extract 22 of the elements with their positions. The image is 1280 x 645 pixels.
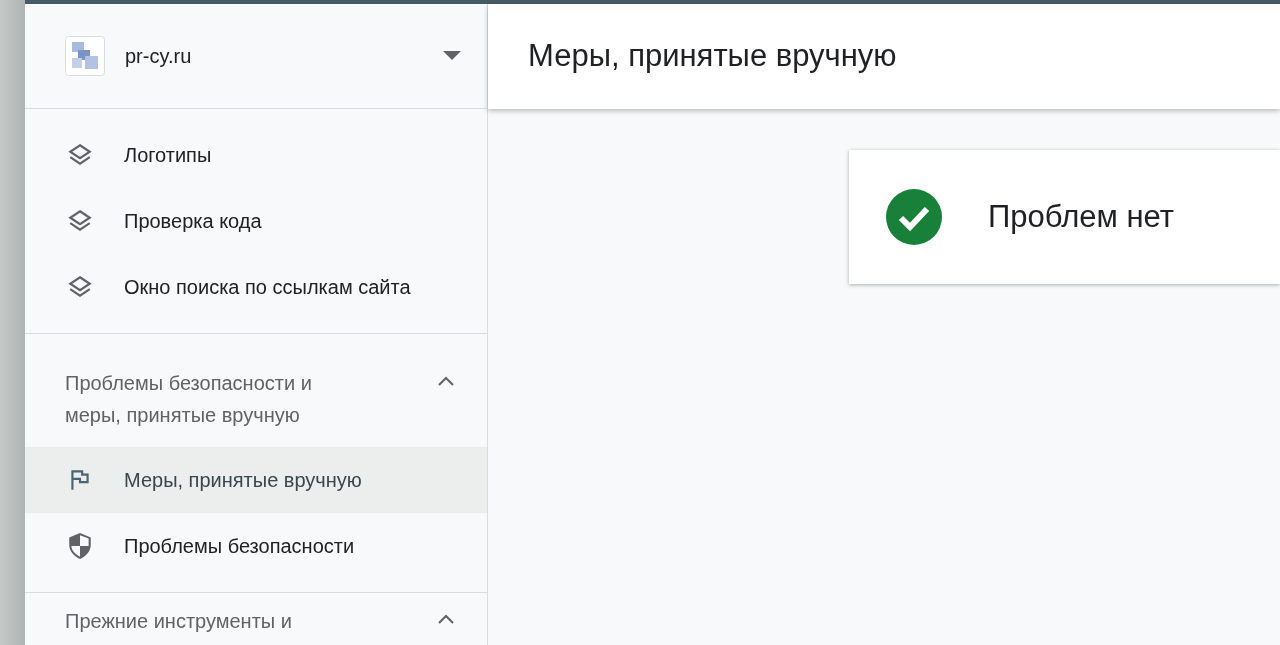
layers-icon bbox=[67, 142, 93, 168]
section-title: Проблемы безопасности и меры, принятые вручную bbox=[65, 371, 313, 428]
chevron-up-icon[interactable] bbox=[437, 613, 455, 625]
section-header[interactable]: Прежние инструменты и bbox=[25, 593, 487, 645]
dropdown-caret-icon[interactable] bbox=[443, 51, 461, 61]
page-title: Меры, принятые вручную bbox=[528, 37, 897, 76]
section-header[interactable]: Проблемы безопасности и меры, принятые вручную bbox=[25, 347, 487, 447]
check-circle-icon bbox=[886, 189, 942, 245]
site-selector[interactable]: pr-cy.ru bbox=[25, 4, 487, 109]
chevron-up-icon[interactable] bbox=[437, 375, 455, 387]
section-title: Прежние инструменты и bbox=[65, 609, 293, 634]
site-favicon-icon bbox=[65, 36, 105, 76]
sidebar-item[interactable]: Окно поиска по ссылкам сайта bbox=[25, 254, 487, 320]
layers-icon bbox=[67, 208, 93, 234]
shield-icon bbox=[67, 532, 93, 560]
layers-icon bbox=[67, 274, 93, 300]
site-name: pr-cy.ru bbox=[125, 44, 193, 69]
sidebar-item[interactable]: Проверка кода bbox=[25, 188, 487, 254]
sidebar-item[interactable]: Меры, принятые вручную bbox=[25, 447, 487, 513]
sidebar-item[interactable]: Проблемы безопасности bbox=[25, 513, 487, 579]
sidebar-item[interactable]: Логотипы bbox=[25, 122, 487, 188]
status-text: Проблем нет bbox=[988, 197, 1174, 236]
